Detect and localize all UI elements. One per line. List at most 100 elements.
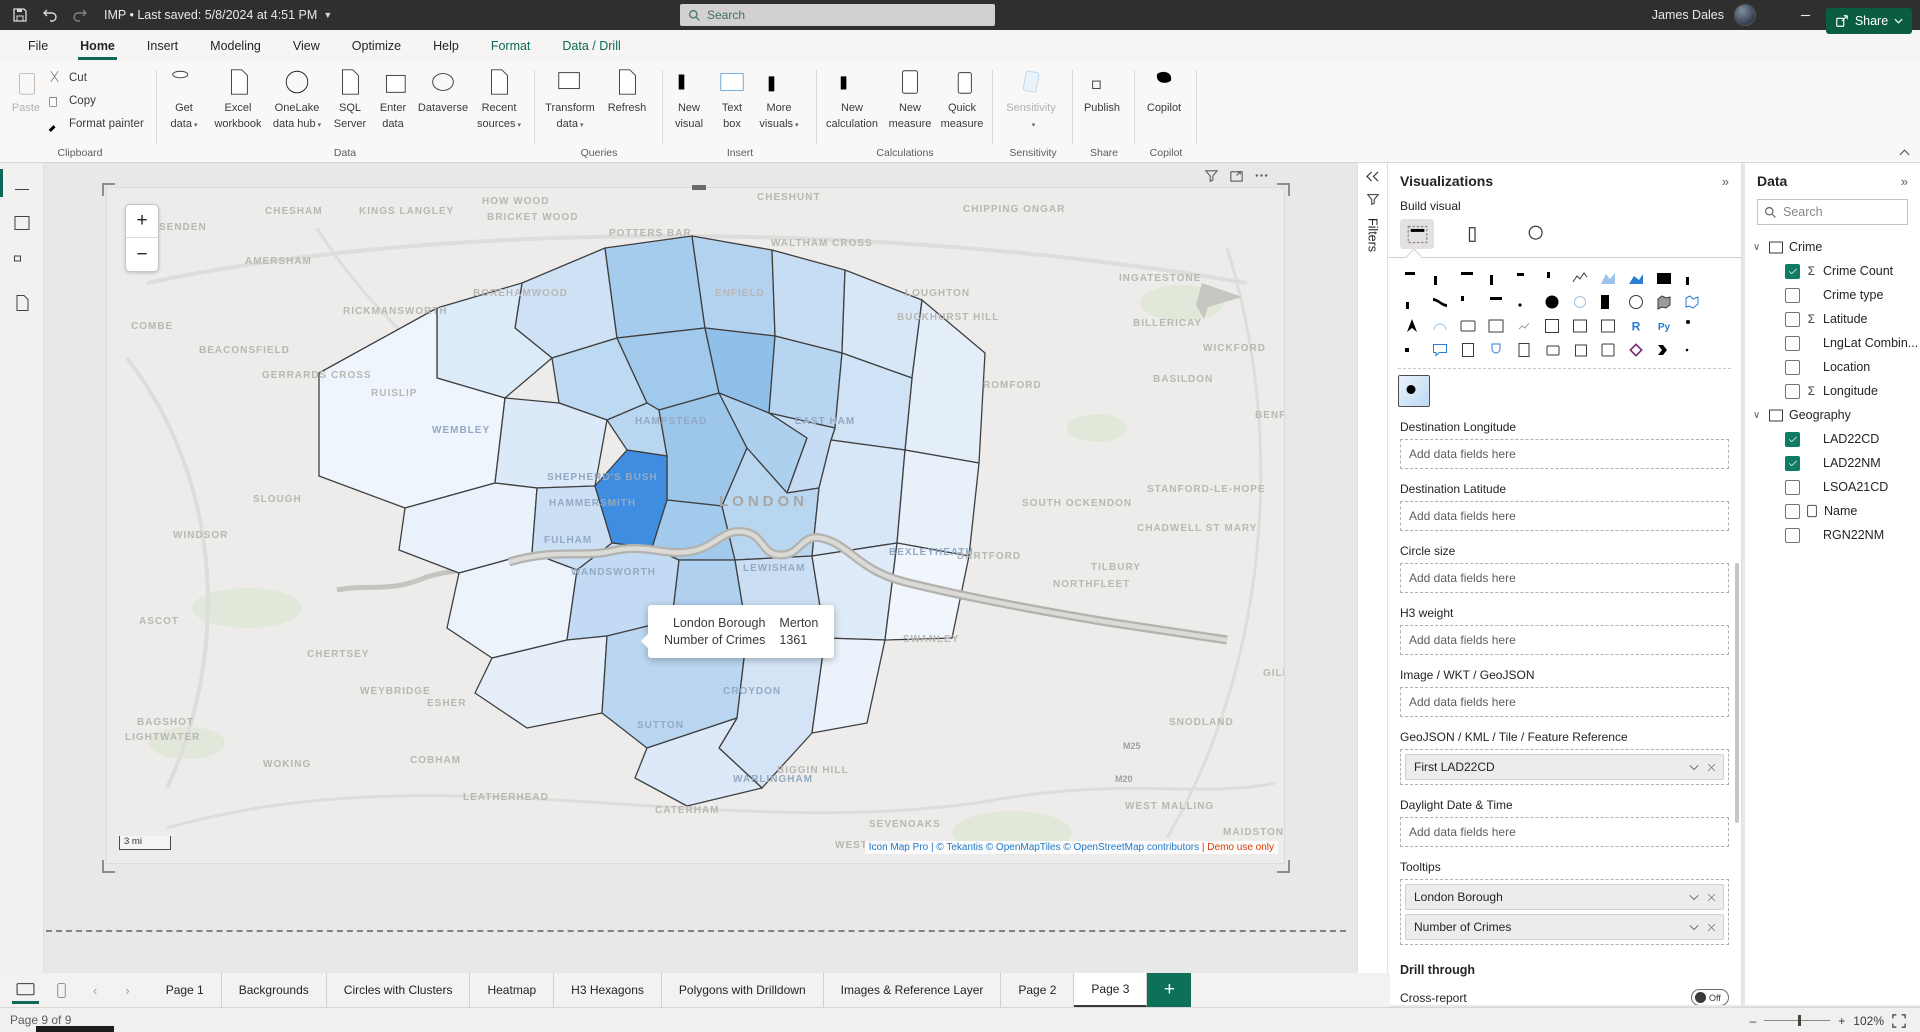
cross-report-toggle[interactable]: Off <box>1691 989 1729 1005</box>
field-well-empty[interactable]: Add data fields here <box>1400 439 1729 469</box>
field-row-crime-type[interactable]: Crime type <box>1745 283 1920 307</box>
page-tab-backgrounds[interactable]: Backgrounds <box>222 973 327 1007</box>
ribbon-tab-format[interactable]: Format <box>477 30 545 62</box>
field-checkbox[interactable] <box>1785 432 1800 447</box>
field-row-rgn22nm[interactable]: RGN22NM <box>1745 523 1920 547</box>
paste-button[interactable]: Paste <box>6 62 46 144</box>
field-row-longitude[interactable]: ΣLongitude <box>1745 379 1920 403</box>
map-zoom-out-button[interactable]: − <box>126 238 158 271</box>
selection-handle[interactable] <box>102 183 116 197</box>
field-row-lnglat-combin-[interactable]: LngLat Combin... <box>1745 331 1920 355</box>
more-visual-options-icon[interactable] <box>1678 338 1706 362</box>
ribbon-chart-icon[interactable] <box>1426 290 1454 314</box>
page-tab-polygons-with-drilldown[interactable]: Polygons with Drilldown <box>662 973 824 1007</box>
borough-polygon[interactable] <box>692 236 775 336</box>
line-stacked-column-chart-icon[interactable] <box>1678 266 1706 290</box>
shape-map-icon[interactable] <box>1678 290 1706 314</box>
enter-data-button[interactable]: Enterdata <box>372 62 414 144</box>
metrics-icon[interactable] <box>1482 338 1510 362</box>
field-checkbox[interactable] <box>1785 264 1800 279</box>
remove-field-icon[interactable] <box>1706 892 1717 903</box>
card-icon[interactable]: 123 <box>1454 314 1482 338</box>
field-checkbox[interactable] <box>1785 504 1800 519</box>
new-calculation-button[interactable]: fxNewcalculation <box>820 62 884 144</box>
fit-to-page-icon[interactable] <box>1892 1014 1906 1028</box>
zoom-slider[interactable] <box>1764 1020 1830 1021</box>
focus-mode-icon[interactable] <box>1229 168 1244 183</box>
analytics-tab[interactable] <box>1520 219 1554 249</box>
report-view-icon[interactable] <box>0 163 44 203</box>
zoom-percent[interactable]: 102% <box>1853 1014 1884 1028</box>
new-visual-button[interactable]: Newvisual <box>666 62 712 144</box>
python-visual-icon[interactable]: Py <box>1650 314 1678 338</box>
100-stacked-area-chart-icon[interactable] <box>1650 266 1678 290</box>
attribution-links[interactable]: Icon Map Pro | © Tekantis © OpenMapTiles… <box>869 842 1202 853</box>
paginated-report-icon[interactable] <box>1510 338 1538 362</box>
more-options-icon[interactable] <box>1254 168 1269 183</box>
page-tab-images-reference-layer[interactable]: Images & Reference Layer <box>824 973 1002 1007</box>
table-icon[interactable] <box>1566 314 1594 338</box>
collapse-visualizations-icon[interactable]: » <box>1722 174 1729 189</box>
gauge-icon[interactable] <box>1426 314 1454 338</box>
ribbon-tab-modeling[interactable]: Modeling <box>196 30 275 62</box>
field-row-lsoa21cd[interactable]: LSOA21CD <box>1745 475 1920 499</box>
pie-chart-icon[interactable] <box>1538 290 1566 314</box>
mobile-view-icon[interactable] <box>53 973 70 1007</box>
refresh-button[interactable]: Refresh <box>602 62 652 144</box>
page-tab-circles-with-clusters[interactable]: Circles with Clusters <box>327 973 471 1007</box>
format-painter-button[interactable]: Format painter <box>46 115 144 132</box>
ribbon-tab-help[interactable]: Help <box>419 30 473 62</box>
report-canvas[interactable]: HOW WOODKINGS LANGLEYBRICKET WOODCHESHAM… <box>44 163 1357 973</box>
page-tab-page-1[interactable]: Page 1 <box>149 973 222 1007</box>
field-checkbox[interactable] <box>1785 360 1800 375</box>
chevron-expanded-icon[interactable]: ∨ <box>1753 410 1763 421</box>
new-measure-button[interactable]: Newmeasure <box>884 62 936 144</box>
chevron-expanded-icon[interactable]: ∨ <box>1753 242 1763 253</box>
copy-button[interactable]: Copy <box>46 92 144 109</box>
collapse-data-icon[interactable]: » <box>1901 174 1908 189</box>
donut-chart-icon[interactable] <box>1566 290 1594 314</box>
search-input[interactable] <box>707 8 987 22</box>
pane-scrollbar[interactable] <box>1735 563 1739 823</box>
kpi-icon[interactable] <box>1510 314 1538 338</box>
icon-map-pro-visual[interactable]: HOW WOODKINGS LANGLEYBRICKET WOODCHESHAM… <box>107 188 1284 863</box>
page-tab-heatmap[interactable]: Heatmap <box>470 973 554 1007</box>
new-page-button[interactable]: + <box>1147 973 1191 1007</box>
field-well[interactable]: First LAD22CD <box>1400 749 1729 785</box>
field-well-empty[interactable]: Add data fields here <box>1400 817 1729 847</box>
chevron-down-icon[interactable] <box>1688 921 1700 933</box>
key-influencers-icon[interactable] <box>1678 314 1706 338</box>
matrix-icon[interactable] <box>1594 314 1622 338</box>
selection-handle[interactable] <box>1276 183 1290 197</box>
clustered-bar-chart-icon[interactable] <box>1454 266 1482 290</box>
slicer-icon[interactable] <box>1538 314 1566 338</box>
selection-handle[interactable] <box>1276 859 1290 873</box>
borough-polygon[interactable] <box>769 336 842 428</box>
field-pill[interactable]: First LAD22CD <box>1405 754 1724 780</box>
field-checkbox[interactable] <box>1785 480 1800 495</box>
field-pill[interactable]: Number of Crimes <box>1405 914 1724 940</box>
page-tab-page-2[interactable]: Page 2 <box>1001 973 1074 1007</box>
model-view-icon[interactable] <box>0 243 44 283</box>
map-zoom-in-button[interactable]: + <box>126 205 158 238</box>
arcgis-map-icon[interactable] <box>1594 338 1622 362</box>
ribbon-tab-insert[interactable]: Insert <box>133 30 192 62</box>
stacked-bar-chart-icon[interactable] <box>1398 266 1426 290</box>
ribbon-tab-view[interactable]: View <box>279 30 334 62</box>
line-chart-icon[interactable] <box>1566 266 1594 290</box>
field-well-empty[interactable]: Add data fields here <box>1400 625 1729 655</box>
stacked-column-chart-icon[interactable] <box>1426 266 1454 290</box>
decomposition-tree-icon[interactable] <box>1398 338 1426 362</box>
field-checkbox[interactable] <box>1785 288 1800 303</box>
data-search[interactable] <box>1757 199 1908 225</box>
field-well-empty[interactable]: Add data fields here <box>1400 687 1729 717</box>
field-pill[interactable]: London Borough <box>1405 884 1724 910</box>
visual-filter-icon[interactable] <box>1204 168 1219 183</box>
azure-map-icon[interactable] <box>1398 314 1426 338</box>
remove-field-icon[interactable] <box>1706 762 1717 773</box>
field-checkbox[interactable] <box>1785 312 1800 327</box>
zoom-out-icon[interactable]: – <box>1750 1014 1757 1028</box>
field-checkbox[interactable] <box>1785 528 1800 543</box>
table-view-icon[interactable] <box>0 203 44 243</box>
user-name[interactable]: James Dales <box>1652 8 1724 22</box>
